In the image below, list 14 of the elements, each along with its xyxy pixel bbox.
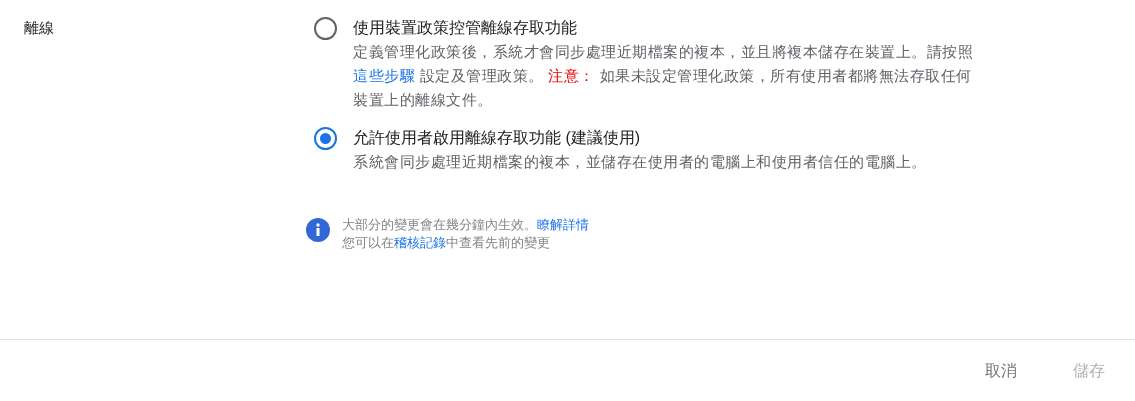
section-label: 離線 xyxy=(23,18,55,38)
link[interactable]: 這些步驟 xyxy=(353,67,415,84)
footer-button[interactable]: 取消 xyxy=(981,352,1021,389)
link[interactable]: 稽核記錄 xyxy=(394,235,446,250)
info-icon xyxy=(306,218,330,242)
option-description: 定義管理化政策後，系統才會同步處理近期檔案的複本，並且將複本儲存在裝置上。請按照 這些步驟 設定及管理政策。 注意： 如果未設定管理化政策，所有使用者都將無法存取任何裝置上的離線文件。 xyxy=(353,42,974,110)
notice-text: 大部分的變更會在幾分鐘內生效。瞭解詳情 xyxy=(342,216,589,234)
option-title: 使用裝置政策控管離線存取功能 xyxy=(353,18,578,38)
radio-button[interactable] xyxy=(314,17,337,40)
notice-text: 您可以在稽核記錄中查看先前的變更 xyxy=(342,234,551,252)
link[interactable]: 瞭解詳情 xyxy=(537,217,589,232)
option-description: 系統會同步處理近期檔案的複本，並儲存在使用者的電腦上和使用者信任的電腦上。 xyxy=(353,152,928,172)
option-title: 允許使用者啟用離線存取功能 (建議使用) xyxy=(353,128,642,148)
radio-button[interactable] xyxy=(314,127,337,150)
